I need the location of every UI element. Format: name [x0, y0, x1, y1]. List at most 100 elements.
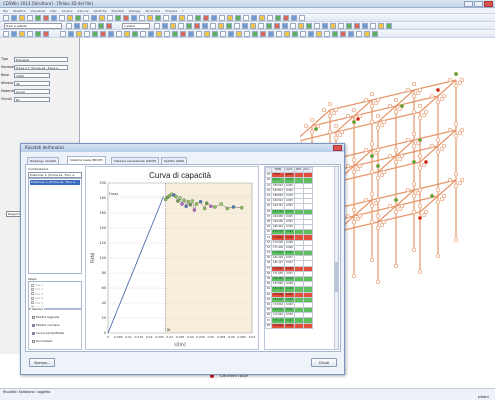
toolbar-icon[interactable] [324, 31, 330, 37]
toolbar-icon[interactable] [180, 31, 186, 37]
toolbar-icon[interactable] [338, 23, 344, 29]
menu-item[interactable]: Modifica [13, 9, 26, 13]
toolbar-icon[interactable] [11, 31, 17, 37]
toolbar-icon[interactable] [43, 15, 49, 21]
menu-item[interactable]: Dati [50, 9, 56, 13]
toolbar-icon[interactable] [3, 15, 9, 21]
toolbar-icon[interactable] [156, 31, 162, 37]
toolbar-icon[interactable] [194, 23, 200, 29]
toolbar-icon[interactable] [348, 31, 354, 37]
checkbox-icon[interactable] [31, 301, 34, 305]
toolbar-icon[interactable] [202, 23, 208, 29]
print-button[interactable]: Stampa... [29, 358, 55, 367]
toolbar-icon[interactable] [340, 31, 346, 37]
toolbar-icon[interactable] [299, 15, 305, 21]
toolbar-icon[interactable] [196, 31, 202, 37]
toolbar-icon[interactable] [155, 15, 161, 21]
toolbar-icon[interactable] [100, 31, 106, 37]
toolbar-icon[interactable] [19, 31, 25, 37]
toolbar-icon[interactable] [35, 15, 41, 21]
panel-row-value[interactable]: 40 [14, 81, 50, 86]
toolbar-icon[interactable] [242, 23, 248, 29]
toolbar-icon[interactable] [3, 31, 9, 37]
option-item[interactable]: Curva semplificata [32, 331, 64, 335]
toolbar-icon[interactable] [306, 23, 312, 29]
toolbar-icon[interactable] [170, 23, 176, 29]
toolbar-icon[interactable] [132, 31, 138, 37]
menu-item[interactable]: Finestra [165, 9, 177, 13]
toolbar-icon[interactable] [378, 23, 384, 29]
checkbox-icon[interactable] [32, 331, 35, 335]
tab-adrs[interactable]: Spettro ADRS [161, 157, 188, 164]
toolbar-icon[interactable] [260, 31, 266, 37]
toolbar-icon[interactable] [179, 15, 185, 21]
toolbar-icon[interactable] [147, 15, 153, 21]
toolbar-icon[interactable] [43, 31, 49, 37]
toolbar-icon[interactable] [107, 15, 113, 21]
checkbox-icon[interactable] [32, 323, 35, 327]
toolbar-icon[interactable] [252, 31, 258, 37]
toolbar-icon[interactable] [212, 31, 218, 37]
toolbar-icon[interactable] [244, 31, 250, 37]
toolbar-icon[interactable] [354, 23, 360, 29]
toolbar-icon[interactable] [82, 23, 88, 29]
toolbar-icon[interactable] [92, 31, 98, 37]
toolbar-icon[interactable] [35, 31, 41, 37]
toolbar-icon[interactable] [186, 23, 192, 29]
toolbar-icon[interactable] [195, 15, 201, 21]
table-row[interactable]: 68 176.420 0.031 [265, 322, 313, 329]
step-item[interactable]: Cre 4 [31, 296, 43, 300]
menu-item[interactable]: File [3, 9, 8, 13]
toolbar-icon[interactable] [163, 15, 169, 21]
maximize-icon[interactable] [474, 1, 483, 7]
option-item[interactable]: Mostra legenda [32, 315, 59, 319]
step-item[interactable]: Cre 2 [31, 287, 43, 291]
toolbar-icon[interactable] [106, 23, 112, 29]
menu-item[interactable]: Strumenti [145, 9, 160, 13]
toolbar-icon[interactable] [243, 15, 249, 21]
menu-item[interactable]: Stampa [129, 9, 141, 13]
toolbar-icon[interactable] [308, 31, 314, 37]
step-item[interactable]: Cre 1 [31, 283, 43, 287]
toolbar-icon[interactable] [282, 23, 288, 29]
minimize-icon[interactable] [464, 1, 473, 7]
toolbar-icon[interactable] [203, 15, 209, 21]
toolbar-icon[interactable] [300, 31, 306, 37]
toolbar-icon[interactable] [266, 23, 272, 29]
toolbar-icon[interactable] [251, 15, 257, 21]
step-item[interactable]: Cre 3 [31, 292, 43, 296]
option-item[interactable]: Zoom/Gain [32, 339, 53, 343]
toolbar-icon[interactable] [68, 31, 74, 37]
toolbar-icon[interactable] [314, 23, 320, 29]
toolbar-icon[interactable] [220, 31, 226, 37]
toolbar-icon[interactable] [187, 15, 193, 21]
grid-scrollbar[interactable] [334, 167, 338, 349]
toolbar-icon[interactable] [172, 31, 178, 37]
toolbar-icon[interactable] [250, 23, 256, 29]
menu-item[interactable]: Risultati [112, 9, 124, 13]
menu-item[interactable]: Genera [62, 9, 73, 13]
toolbar-icon[interactable] [84, 31, 90, 37]
panel-row-value[interactable]: Trave a T (forma e1, Trave a [14, 65, 68, 70]
toolbar-icon[interactable] [90, 23, 96, 29]
close-icon[interactable] [484, 1, 493, 7]
combination-list[interactable]: Pushover 1 (forma e1, Tran. e [28, 178, 82, 274]
toolbar-icon[interactable] [60, 31, 66, 37]
toolbar-icon[interactable] [51, 15, 57, 21]
toolbar-icon[interactable] [67, 15, 73, 21]
toolbar-icon[interactable] [291, 15, 297, 21]
toolbar-icon[interactable] [27, 15, 33, 21]
toolbar-icon[interactable] [59, 15, 65, 21]
toolbar-icon[interactable] [284, 31, 290, 37]
toolbar-icon[interactable] [188, 31, 194, 37]
toolbar-icon[interactable] [228, 31, 234, 37]
menu-item[interactable]: ? [182, 9, 184, 13]
toolbar-icon[interactable] [290, 23, 296, 29]
toolbar-icon[interactable] [116, 31, 122, 37]
toolbar-icon[interactable] [316, 31, 322, 37]
toolbar-icon[interactable] [164, 31, 170, 37]
scroll-thumb[interactable] [335, 262, 338, 292]
toolbar-icon[interactable] [19, 15, 25, 21]
toolbar-icon[interactable] [235, 15, 241, 21]
toolbar-icon[interactable] [148, 31, 154, 37]
